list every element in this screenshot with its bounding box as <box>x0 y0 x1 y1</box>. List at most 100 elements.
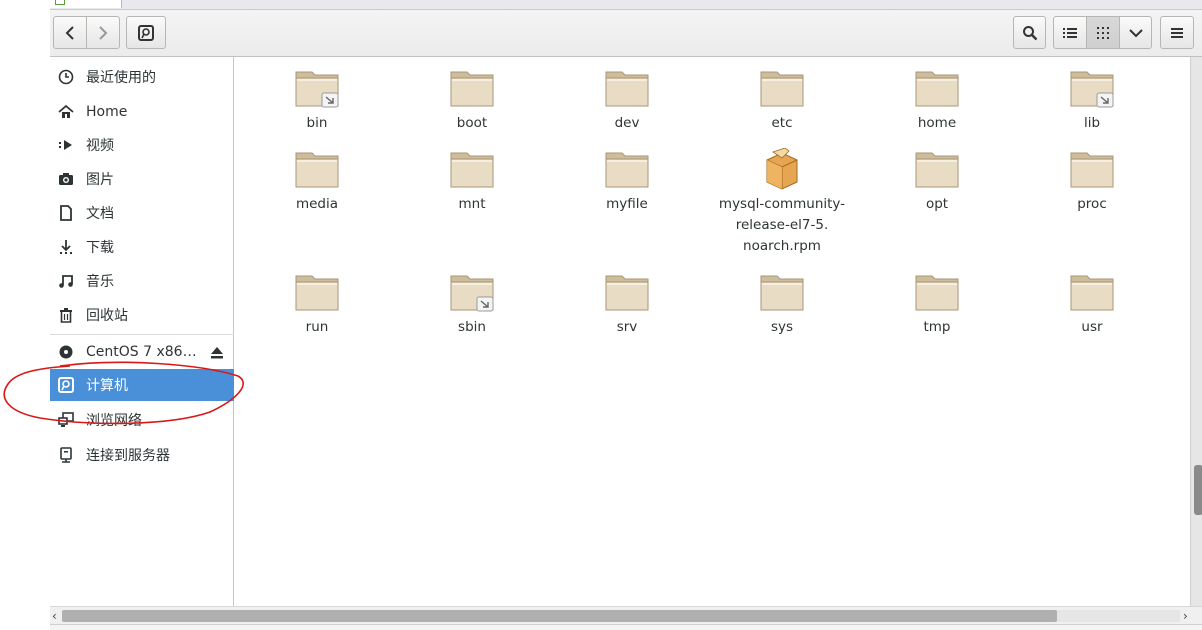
file-name-label: media <box>295 196 339 212</box>
folder-item[interactable]: dev <box>557 67 697 134</box>
folder-item[interactable]: lib <box>1022 67 1162 134</box>
folder-icon <box>1069 271 1115 313</box>
file-name-label: dev <box>614 115 640 131</box>
folder-icon <box>294 148 340 190</box>
eject-icon <box>211 347 223 359</box>
disc-icon <box>58 344 74 360</box>
vertical-scrollbar-thumb[interactable] <box>1194 465 1202 515</box>
chevron-right-icon <box>99 25 108 40</box>
sidebar-item-recent[interactable]: 最近使用的 <box>50 61 234 93</box>
recent-icon <box>58 69 74 85</box>
video-icon <box>58 137 74 153</box>
sidebar-item-label: 连接到服务器 <box>86 448 170 464</box>
window-bottom-strip <box>50 624 1202 630</box>
file-name-label: mysql-community-release-el7-5. noarch.rpm <box>712 194 852 257</box>
sidebar-item-label: 回收站 <box>86 308 128 324</box>
camera-icon <box>58 171 74 187</box>
chevron-down-icon <box>1128 28 1143 37</box>
view-options-button[interactable] <box>1119 16 1152 49</box>
window-top-strip <box>50 0 1202 10</box>
folder-item[interactable]: media <box>247 148 387 215</box>
top-tab[interactable] <box>50 0 122 8</box>
folder-icon <box>759 67 805 109</box>
file-item-package[interactable]: mysql-community-release-el7-5. noarch.rpm <box>712 147 852 257</box>
folder-item[interactable]: proc <box>1022 148 1162 215</box>
computer-icon <box>58 377 74 393</box>
file-name-label: tmp <box>923 319 951 335</box>
sidebar-item-trash[interactable]: 回收站 <box>50 299 234 331</box>
search-icon <box>1022 25 1037 40</box>
folder-item[interactable]: tmp <box>867 271 1007 338</box>
sidebar-item-computer[interactable]: 计算机 <box>50 369 234 401</box>
folder-item[interactable]: myfile <box>557 148 697 215</box>
file-name-label: bin <box>306 115 328 131</box>
forward-button[interactable] <box>86 16 120 49</box>
file-name-line: noarch.rpm <box>743 238 821 254</box>
grid-view-button[interactable] <box>1086 16 1120 49</box>
file-name-label: myfile <box>606 196 648 212</box>
sidebar-item-documents[interactable]: 文档 <box>50 197 234 229</box>
sidebar-item-label: CentOS 7 x86… <box>86 344 197 360</box>
hamburger-menu-icon <box>1171 27 1183 38</box>
list-view-icon <box>1063 27 1077 38</box>
sidebar-item-home[interactable]: Home <box>50 96 234 128</box>
folder-item[interactable]: etc <box>712 67 852 134</box>
file-name-line: mysql-community- <box>718 196 846 212</box>
vertical-scrollbar[interactable] <box>1190 57 1202 606</box>
sidebar-item-label: 下载 <box>86 240 114 256</box>
file-name-label: boot <box>456 115 488 131</box>
sidebar-item-network[interactable]: 浏览网络 <box>50 404 234 436</box>
places-sidebar: 最近使用的 Home 视频 图片 文档 下载 音乐 回收站 CentOS 7 x… <box>50 57 234 606</box>
folder-icon <box>449 148 495 190</box>
file-name-label: usr <box>1081 319 1103 335</box>
package-icon <box>759 147 805 190</box>
folder-item[interactable]: run <box>247 271 387 338</box>
eject-button[interactable] <box>209 345 225 361</box>
folder-item[interactable]: opt <box>867 148 1007 215</box>
folder-item[interactable]: bin <box>247 67 387 134</box>
sidebar-item-connect-server[interactable]: 连接到服务器 <box>50 439 234 471</box>
back-button[interactable] <box>53 16 87 49</box>
folder-item[interactable]: sys <box>712 271 852 338</box>
file-name-label: mnt <box>458 196 486 212</box>
folder-item[interactable]: sbin <box>402 271 542 338</box>
document-icon <box>58 205 74 221</box>
scroll-right-arrow-icon[interactable]: › <box>1183 607 1188 625</box>
sidebar-item-label: 浏览网络 <box>86 413 142 429</box>
folder-item[interactable]: mnt <box>402 148 542 215</box>
search-button[interactable] <box>1013 16 1046 49</box>
sidebar-separator <box>50 334 234 335</box>
file-name-label: sys <box>770 319 794 335</box>
folder-icon <box>759 271 805 313</box>
sidebar-item-music[interactable]: 音乐 <box>50 265 234 297</box>
folder-link-icon <box>449 271 495 313</box>
computer-location-button[interactable] <box>126 16 166 49</box>
list-view-button[interactable] <box>1053 16 1087 49</box>
sidebar-item-centos-disc[interactable]: CentOS 7 x86… <box>50 336 234 368</box>
folder-item[interactable]: boot <box>402 67 542 134</box>
file-name-label: proc <box>1077 196 1107 212</box>
sidebar-item-pictures[interactable]: 图片 <box>50 163 234 195</box>
menu-button[interactable] <box>1160 16 1194 49</box>
file-name-label: opt <box>925 196 949 212</box>
folder-item[interactable]: home <box>867 67 1007 134</box>
file-name-label: lib <box>1083 115 1101 131</box>
file-name-line: release-el7-5. <box>735 217 829 233</box>
scroll-left-arrow-icon[interactable]: ‹ <box>52 607 57 625</box>
grid-view-icon <box>1097 26 1109 39</box>
sidebar-item-downloads[interactable]: 下载 <box>50 231 234 263</box>
sidebar-item-video[interactable]: 视频 <box>50 129 234 161</box>
folder-link-icon <box>294 67 340 109</box>
toolbar <box>50 10 1202 57</box>
folder-item[interactable]: usr <box>1022 271 1162 338</box>
folder-icon <box>914 148 960 190</box>
folder-icon <box>604 67 650 109</box>
sidebar-item-label: 文档 <box>86 206 114 222</box>
sidebar-item-label: 音乐 <box>86 274 114 290</box>
sidebar-item-label: 视频 <box>86 138 114 154</box>
horizontal-scrollbar[interactable]: ‹ › <box>50 606 1202 624</box>
chevron-left-icon <box>65 25 74 40</box>
folder-item[interactable]: srv <box>557 271 697 338</box>
horizontal-scrollbar-thumb[interactable] <box>62 610 1057 622</box>
folder-icon <box>604 148 650 190</box>
